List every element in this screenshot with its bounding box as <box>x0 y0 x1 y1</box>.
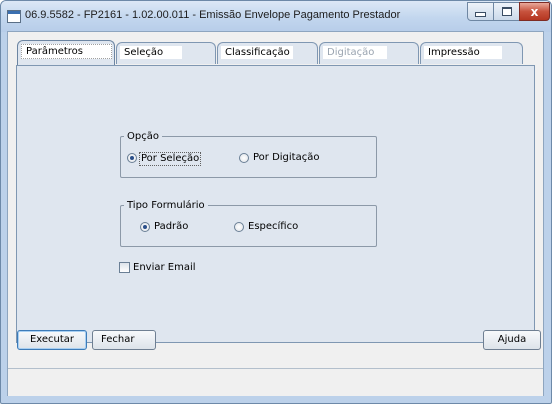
close-icon: x <box>530 4 539 19</box>
title-bar[interactable]: 06.9.5582 - FP2161 - 1.02.00.011 - Emiss… <box>1 1 551 32</box>
tab-digitacao: Digitação <box>319 42 419 64</box>
tab-classificacao[interactable]: Classificação <box>217 42 318 64</box>
tipo-formulario-legend: Tipo Formulário <box>124 200 208 212</box>
radio-por-selecao-label[interactable]: Por Seleção <box>139 152 202 166</box>
fechar-button[interactable]: Fechar <box>92 330 156 350</box>
app-window-icon[interactable] <box>7 10 21 23</box>
tab-impressao-label: Impressão <box>424 46 502 59</box>
enviar-email-label[interactable]: Enviar Email <box>133 262 196 274</box>
tab-classificacao-label: Classificação <box>221 46 293 59</box>
radio-padrao[interactable] <box>140 222 150 232</box>
tab-impressao[interactable]: Impressão <box>420 42 523 64</box>
maximize-button[interactable] <box>493 2 520 21</box>
radio-por-digitacao-label[interactable]: Por Digitação <box>253 152 319 164</box>
opcao-legend: Opção <box>124 131 162 143</box>
close-button[interactable]: x <box>519 2 550 21</box>
radio-especifico-label[interactable]: Específico <box>248 221 298 233</box>
client-area: Parâmetros Seleção Classificação Digitaç… <box>7 31 544 396</box>
window-title: 06.9.5582 - FP2161 - 1.02.00.011 - Emiss… <box>25 9 401 21</box>
radio-por-selecao[interactable] <box>127 153 137 163</box>
minimize-icon <box>475 12 486 17</box>
radio-padrao-label[interactable]: Padrão <box>154 221 188 233</box>
radio-por-digitacao[interactable] <box>239 153 249 163</box>
tab-selecao-label: Seleção <box>120 46 182 59</box>
maximize-icon <box>501 7 512 16</box>
ajuda-button[interactable]: Ajuda <box>483 330 541 350</box>
tab-selecao[interactable]: Seleção <box>116 42 216 64</box>
tab-parametros[interactable]: Parâmetros <box>17 40 115 65</box>
parametros-panel: Opção Por Seleção Por Digitação Tipo For… <box>16 65 535 343</box>
minimize-button[interactable] <box>467 2 494 21</box>
enviar-email-checkbox[interactable] <box>119 262 130 273</box>
tab-digitacao-label: Digitação <box>323 46 387 59</box>
radio-especifico[interactable] <box>234 222 244 232</box>
tab-parametros-label: Parâmetros <box>21 44 112 59</box>
executar-button[interactable]: Executar <box>17 330 87 350</box>
status-bar <box>8 368 543 396</box>
